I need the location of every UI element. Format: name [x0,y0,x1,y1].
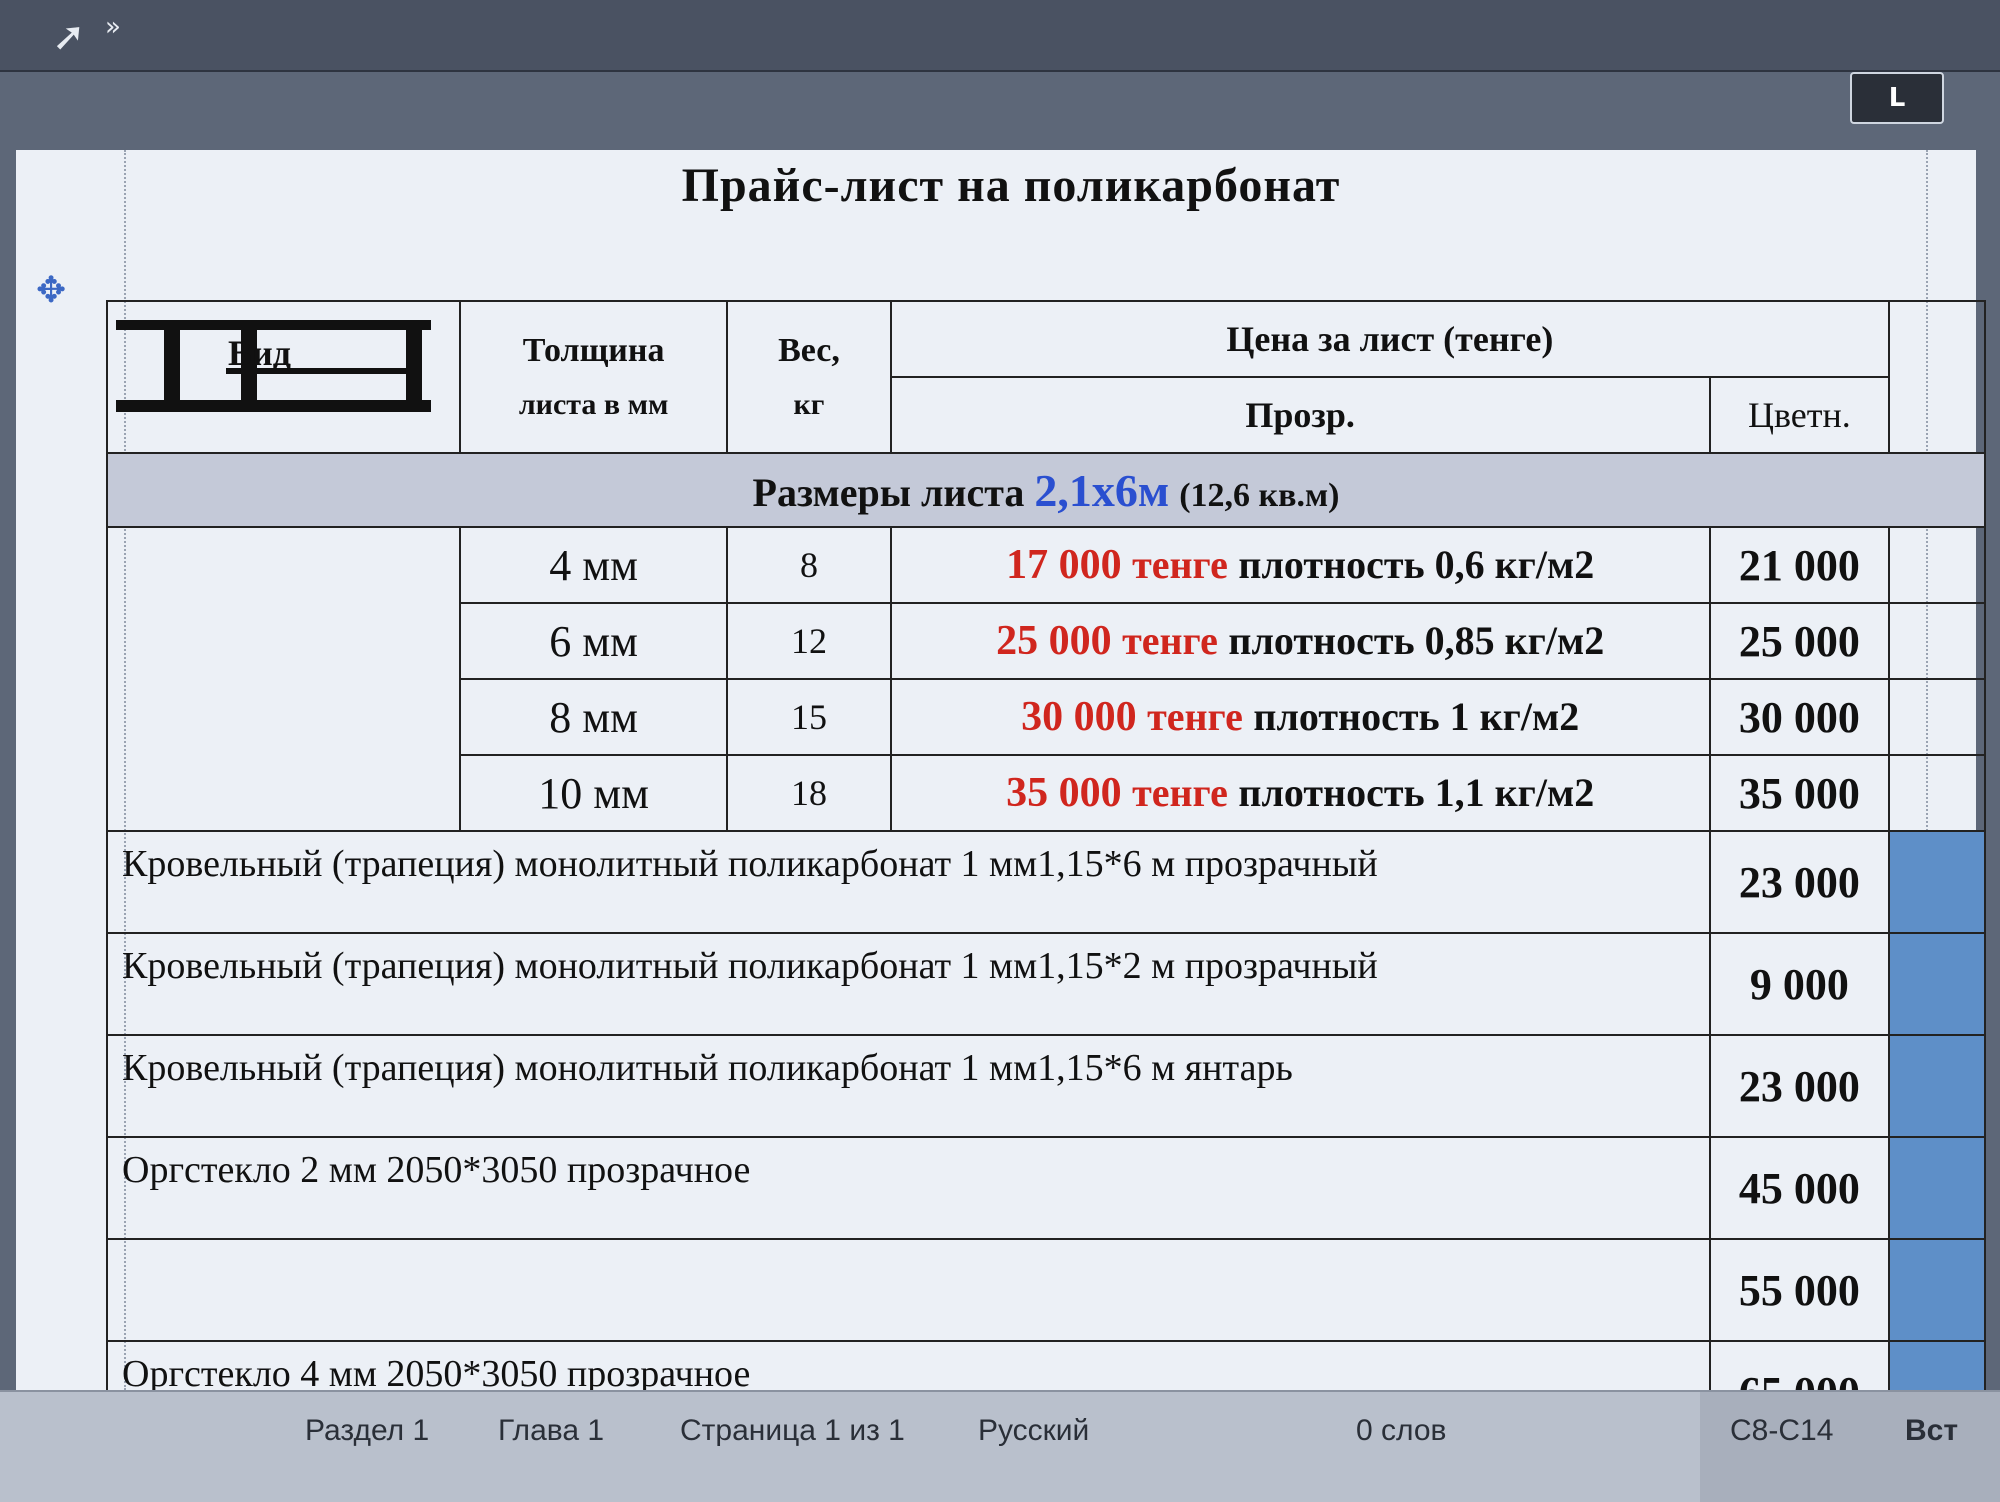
product-description [106,1238,1711,1342]
product-description: Кровельный (трапеция) монолитный поликар… [106,1034,1711,1138]
table-move-handle-icon[interactable]: ✥ [36,270,66,311]
clear-price-cell: 35 000 тенге плотность 1,1 кг/м2 [889,754,1711,832]
header-clear: Прозр. [889,376,1711,454]
clear-price-currency: тенге [1122,618,1218,663]
clear-price-cell: 25 000 тенге плотность 0,85 кг/м2 [889,602,1711,680]
product-highlight-cell [1888,1136,1986,1240]
colored-price-cell: 21 000 [1708,526,1891,604]
product-highlight-cell [1888,1238,1986,1342]
header-weight-line1: Вес, [778,332,840,369]
size-banner-dims: 2,1х6м [1034,464,1170,516]
clear-price-value: 17 000 [1006,542,1122,588]
size-banner: Размеры листа 2,1х6м (12,6 кв.м) [106,452,1986,528]
spare-cell [1888,678,1986,756]
status-insert-mode[interactable]: Вст [1905,1414,1958,1448]
density-text: плотность 1 кг/м2 [1253,694,1580,739]
product-price: 9 000 [1708,932,1891,1036]
thickness-cell: 4 мм [458,526,729,604]
header-thickness: Толщина листа в мм [458,300,729,454]
colored-price-cell: 25 000 [1708,602,1891,680]
product-price: 45 000 [1708,1136,1891,1240]
document-page: ✥ Прайс-лист на поликарбонат Вид Толщина [16,150,1986,1444]
header-vid: Вид [106,300,461,454]
status-chapter[interactable]: Глава 1 [498,1414,604,1448]
header-vid-label: Вид [228,333,291,373]
density-text: плотность 0,85 кг/м2 [1228,618,1605,663]
product-description: Кровельный (трапеция) монолитный поликар… [106,830,1711,934]
spare-cell [1888,754,1986,832]
density-text: плотность 1,1 кг/м2 [1238,770,1595,815]
weight-cell: 18 [726,754,892,832]
top-toolbar: ➚ » [0,0,2000,72]
header-spare-cell [1888,300,1986,454]
weight-cell: 15 [726,678,892,756]
product-description: Оргстекло 2 мм 2050*3050 прозрачное [106,1136,1711,1240]
header-price-group: Цена за лист (тенге) [889,300,1891,378]
page-title: Прайс-лист на поликарбонат [681,159,1341,212]
thickness-cell: 6 мм [458,602,729,680]
clear-price-value: 35 000 [1006,770,1122,816]
status-word-count[interactable]: 0 слов [1356,1414,1446,1448]
status-language[interactable]: Русский [978,1414,1089,1448]
spare-cell [1888,526,1986,604]
header-thickness-line1: Толщина [522,332,665,369]
price-table: Вид Толщина листа в мм Вес, кг Цена за л… [106,300,1986,1444]
clear-price-currency: тенге [1132,770,1228,815]
header-weight-line2: кг [793,388,825,421]
clear-price-value: 25 000 [996,618,1112,664]
status-section[interactable]: Раздел 1 [305,1414,429,1448]
header-weight: Вес, кг [726,300,892,454]
weight-cell: 12 [726,602,892,680]
product-price: 23 000 [1708,830,1891,934]
colored-price-cell: 35 000 [1708,754,1891,832]
status-page[interactable]: Страница 1 из 1 [680,1414,905,1448]
product-price: 55 000 [1708,1238,1891,1342]
size-banner-area: (12,6 кв.м) [1179,476,1340,514]
product-price: 23 000 [1708,1034,1891,1138]
pointer-arrow-icon[interactable]: ➚ [52,14,86,60]
colored-price-cell: 30 000 [1708,678,1891,756]
product-highlight-cell [1888,1034,1986,1138]
header-thickness-line2: листа в мм [518,388,669,421]
status-cell-range[interactable]: С8-С14 [1730,1414,1833,1448]
product-description: Кровельный (трапеция) монолитный поликар… [106,932,1711,1036]
thickness-cell: 10 мм [458,754,729,832]
product-highlight-cell [1888,932,1986,1036]
chevron-double-right-icon[interactable]: » [105,12,121,42]
spare-cell [1888,602,1986,680]
clear-price-cell: 17 000 тенге плотность 0,6 кг/м2 [889,526,1711,604]
vid-empty-cell [106,526,461,832]
product-highlight-cell [1888,830,1986,934]
status-bar: Раздел 1 Глава 1 Страница 1 из 1 Русский… [0,1390,2000,1502]
size-banner-prefix: Размеры листа [752,469,1025,515]
clear-price-currency: тенге [1147,694,1243,739]
clear-price-currency: тенге [1132,542,1228,587]
thickness-cell: 8 мм [458,678,729,756]
header-colored: Цветн. [1708,376,1891,454]
clear-price-value: 30 000 [1021,694,1137,740]
density-text: плотность 0,6 кг/м2 [1238,542,1595,587]
ruler-corner-button[interactable]: L [1850,72,1944,124]
weight-cell: 8 [726,526,892,604]
clear-price-cell: 30 000 тенге плотность 1 кг/м2 [889,678,1711,756]
